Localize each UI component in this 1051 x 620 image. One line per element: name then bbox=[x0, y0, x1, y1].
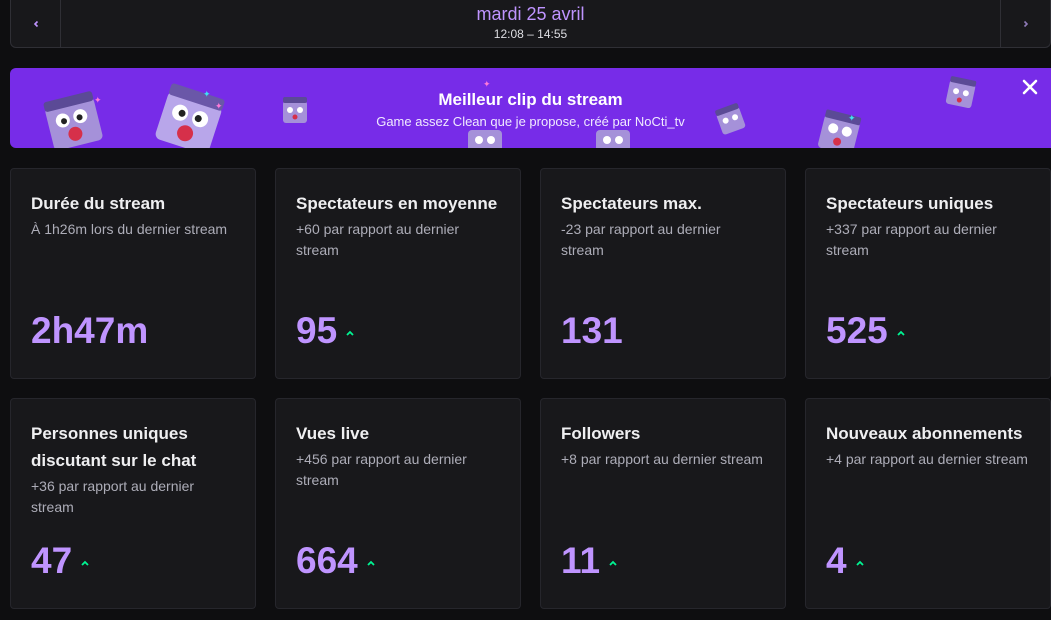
stat-comparison: +60 par rapport au dernier stream bbox=[296, 221, 460, 258]
stream-date-info: mardi 25 avril 12:08 – 14:55 bbox=[61, 0, 1000, 47]
stat-title: Spectateurs en moyenne bbox=[296, 194, 498, 213]
stat-card-unique-chatters: Personnes uniques discutant sur le chat … bbox=[10, 398, 256, 609]
stat-value-row: 664 bbox=[296, 537, 376, 585]
stat-value-row: 11 bbox=[561, 537, 618, 585]
stat-card-followers: Followers +8 par rapport au dernier stre… bbox=[540, 398, 786, 609]
stat-card-average-viewers: Spectateurs en moyenne +60 par rapport a… bbox=[275, 168, 521, 379]
stat-value: 11 bbox=[561, 540, 601, 581]
stat-value: 525 bbox=[826, 310, 888, 351]
trend-up-icon bbox=[367, 560, 375, 566]
stat-value: 131 bbox=[561, 310, 623, 351]
stat-title: Spectateurs uniques bbox=[826, 194, 994, 213]
chevron-left-icon bbox=[33, 20, 38, 27]
trend-up-icon bbox=[346, 330, 354, 336]
stat-comparison: -23 par rapport au dernier stream bbox=[561, 221, 721, 258]
trend-up-icon bbox=[81, 560, 89, 566]
stat-value-row: 131 bbox=[561, 307, 623, 355]
stat-card-stream-duration: Durée du stream À 1h26m lors du dernier … bbox=[10, 168, 256, 379]
stat-title: Spectateurs max. bbox=[561, 194, 702, 213]
stat-value-row: 95 bbox=[296, 307, 355, 355]
stat-card-unique-viewers: Spectateurs uniques +337 par rapport au … bbox=[805, 168, 1051, 379]
stat-title: Vues live bbox=[296, 424, 370, 443]
stream-date: mardi 25 avril bbox=[476, 4, 585, 24]
date-navigator: mardi 25 avril 12:08 – 14:55 bbox=[10, 0, 1051, 48]
stat-card-max-viewers: Spectateurs max. -23 par rapport au dern… bbox=[540, 168, 786, 379]
stat-value-row: 525 bbox=[826, 307, 906, 355]
banner-text[interactable]: Meilleur clip du stream Game assez Clean… bbox=[10, 90, 1051, 129]
banner-subtitle: Game assez Clean que je propose, créé pa… bbox=[376, 114, 685, 129]
close-icon bbox=[1022, 79, 1038, 95]
stat-comparison: +8 par rapport au dernier stream bbox=[561, 451, 763, 467]
stat-value: 2h47m bbox=[31, 310, 149, 351]
trend-up-icon bbox=[855, 560, 864, 566]
stat-title: Followers bbox=[561, 424, 641, 443]
stat-comparison: +337 par rapport au dernier stream bbox=[826, 221, 997, 258]
stat-comparison: +36 par rapport au dernier stream bbox=[31, 478, 195, 515]
top-clip-banner[interactable]: ✦ ✦ ✦ ✦ ✦ Meilleur clip du stream Game a… bbox=[10, 68, 1051, 148]
stat-comparison: +456 par rapport au dernier stream bbox=[296, 451, 467, 488]
stat-value-row: 2h47m bbox=[31, 307, 148, 355]
stat-value-row: 47 bbox=[31, 537, 90, 585]
stat-value: 95 bbox=[296, 310, 338, 351]
banner-title: Meilleur clip du stream bbox=[438, 90, 623, 109]
previous-stream-button[interactable] bbox=[11, 0, 61, 47]
stat-title: Nouveaux abonnements bbox=[826, 424, 1023, 443]
stat-card-new-subscriptions: Nouveaux abonnements +4 par rapport au d… bbox=[805, 398, 1051, 609]
stat-comparison: À 1h26m lors du dernier stream bbox=[31, 221, 228, 237]
stat-value: 4 bbox=[826, 540, 847, 581]
next-stream-button[interactable] bbox=[1000, 0, 1050, 47]
sparkle-icon: ✦ bbox=[483, 79, 491, 89]
mascot-bottom-right-icon bbox=[596, 130, 630, 148]
stat-value: 664 bbox=[296, 540, 358, 581]
stat-card-live-views: Vues live +456 par rapport au dernier st… bbox=[275, 398, 521, 609]
stat-comparison: +4 par rapport au dernier stream bbox=[826, 451, 1028, 467]
stat-value-row: 4 bbox=[826, 537, 865, 585]
mascot-bottom-icon bbox=[468, 130, 502, 148]
stream-time-range: 12:08 – 14:55 bbox=[493, 27, 568, 41]
banner-close-button[interactable] bbox=[1019, 76, 1041, 98]
stat-title: Personnes uniques discutant sur le chat bbox=[31, 424, 197, 470]
chevron-right-icon bbox=[1023, 20, 1028, 27]
stat-value: 47 bbox=[31, 540, 73, 581]
trend-up-icon bbox=[897, 330, 905, 336]
trend-up-icon bbox=[609, 560, 617, 566]
stat-title: Durée du stream bbox=[31, 194, 166, 213]
